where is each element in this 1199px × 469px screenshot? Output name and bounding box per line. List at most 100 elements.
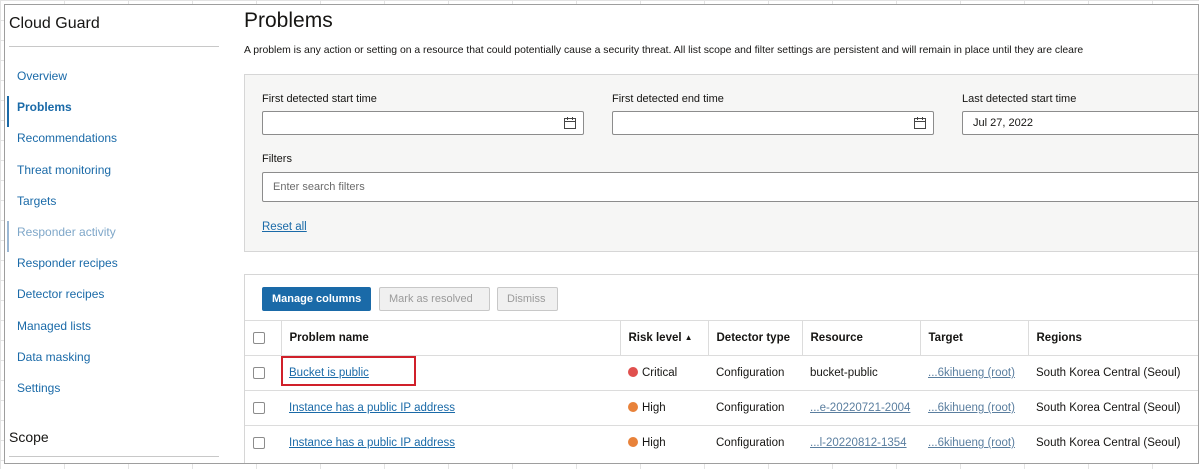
column-header-detector-type[interactable]: Detector type [708, 320, 803, 356]
sidebar-item-threat-monitoring[interactable]: Threat monitoring [7, 159, 222, 190]
high-dot-icon [628, 437, 638, 448]
resource-link[interactable]: ...l-20220812-1354 [810, 437, 907, 449]
filters-label: Filters [262, 153, 292, 165]
table-header-row: Problem name Risk level ▲ Detector type R… [245, 320, 1198, 356]
column-header-regions[interactable]: Regions [1028, 320, 1198, 356]
sidebar-item-label: Overview [17, 69, 68, 83]
region-cell: South Korea Central (Seoul) [1028, 355, 1198, 391]
search-filters-input[interactable]: Enter search filters [262, 172, 1198, 202]
sidebar-item-targets[interactable]: Targets [7, 190, 222, 221]
sidebar-item-label: Responder recipes [17, 256, 118, 271]
column-header-target[interactable]: Target [920, 320, 1029, 356]
resource-cell: bucket-public [802, 355, 920, 391]
sidebar-title: Cloud Guard [9, 15, 100, 32]
sidebar-item-label: Recommendations [17, 131, 118, 146]
resource-cell: ...l-20220812-1354 [802, 425, 920, 461]
sidebar-item-overview[interactable]: Overview [7, 65, 222, 96]
first-detected-end-label: First detected end time [612, 93, 724, 105]
first-detected-end-input[interactable] [612, 111, 934, 135]
risk-level-cell: Critical [620, 355, 708, 391]
sidebar-item-detector-recipes[interactable]: Detector recipes [7, 283, 222, 314]
resource-cell: ...e-20220721-2004 [802, 390, 920, 426]
risk-level-label: Critical [642, 367, 678, 379]
dismiss-button[interactable]: Dismiss [497, 287, 558, 311]
region-cell: South Korea Central (Seoul) [1028, 390, 1198, 426]
sort-ascending-icon: ▲ [684, 333, 693, 342]
target-cell: ...6kihueng (root) [920, 425, 1028, 461]
first-detected-start-input[interactable] [262, 111, 584, 135]
problems-table: Problem name Risk level ▲ Detector type R… [245, 320, 1198, 461]
table-row: Instance has a public IP address High Co… [245, 425, 1198, 461]
risk-level-cell: High [620, 425, 708, 461]
last-detected-start-label: Last detected start time [962, 93, 1077, 105]
select-all-checkbox[interactable] [253, 331, 265, 344]
sidebar-nav: Overview Problems Recommendations Threat… [7, 65, 222, 408]
risk-level-label: High [642, 402, 666, 414]
sidebar-item-label: Data masking [17, 349, 91, 364]
problem-name-link[interactable]: Instance has a public IP address [289, 437, 455, 449]
app-window: Cloud Guard Overview Problems Recommenda… [4, 4, 1199, 464]
sidebar-item-recommendations[interactable]: Recommendations [7, 127, 222, 158]
detector-type-cell: Configuration [708, 390, 802, 426]
sidebar-item-label: Problems [17, 100, 72, 115]
row-select-cell [245, 355, 281, 391]
row-select-cell [245, 425, 281, 461]
resource-link[interactable]: ...e-20220721-2004 [810, 402, 910, 414]
sidebar-item-responder-recipes[interactable]: Responder recipes [7, 252, 222, 283]
sidebar-item-managed-lists[interactable]: Managed lists [7, 315, 222, 346]
target-link[interactable]: ...6kihueng (root) [928, 367, 1015, 379]
detector-type-cell: Configuration [708, 355, 802, 391]
first-detected-start-label: First detected start time [262, 93, 377, 105]
last-detected-start-input[interactable]: Jul 27, 2022 [962, 111, 1198, 135]
target-link[interactable]: ...6kihueng (root) [928, 437, 1015, 449]
critical-dot-icon [628, 367, 638, 377]
highlight-annotation-box [281, 356, 416, 386]
column-header-problem-name[interactable]: Problem name [281, 320, 621, 356]
mark-as-resolved-button[interactable]: Mark as resolved [379, 287, 490, 311]
calendar-icon[interactable] [914, 117, 926, 129]
select-all-cell [245, 320, 282, 356]
target-cell: ...6kihueng (root) [920, 390, 1028, 426]
problem-name-cell: Instance has a public IP address [281, 390, 620, 426]
risk-level-cell: High [620, 390, 708, 426]
search-placeholder: Enter search filters [273, 181, 365, 193]
column-header-risk-level[interactable]: Risk level ▲ [620, 320, 709, 356]
sidebar-item-label: Managed lists [17, 318, 92, 333]
row-checkbox[interactable] [253, 437, 265, 450]
sidebar-item-label: Detector recipes [17, 287, 105, 302]
sidebar-item-label: Responder activity [17, 224, 116, 239]
sidebar-item-settings[interactable]: Settings [7, 377, 222, 408]
problem-name-link[interactable]: Instance has a public IP address [289, 402, 455, 414]
target-cell: ...6kihueng (root) [920, 355, 1028, 391]
input-value: Jul 27, 2022 [973, 117, 1033, 129]
filter-panel: First detected start time First detected… [244, 74, 1198, 252]
sidebar-divider [9, 456, 219, 457]
scope-title: Scope [9, 429, 49, 445]
sidebar-divider [9, 46, 219, 47]
reset-all-link[interactable]: Reset all [262, 221, 307, 233]
sidebar-item-problems[interactable]: Problems [7, 96, 222, 128]
detector-type-cell: Configuration [708, 425, 802, 461]
table-row: Instance has a public IP address High Co… [245, 390, 1198, 426]
target-link[interactable]: ...6kihueng (root) [928, 402, 1015, 414]
sidebar-item-responder-activity[interactable]: Responder activity [7, 220, 222, 253]
main-content: Problems A problem is any action or sett… [244, 5, 1198, 463]
sidebar-item-label: Settings [17, 380, 61, 395]
calendar-icon[interactable] [564, 117, 576, 129]
risk-level-label: High [642, 437, 666, 450]
page-title: Problems [244, 9, 333, 32]
problem-name-cell: Instance has a public IP address [281, 425, 620, 461]
column-header-resource[interactable]: Resource [802, 320, 921, 356]
region-cell: South Korea Central (Seoul) [1028, 425, 1198, 461]
column-header-label: Risk level [628, 332, 682, 344]
sidebar-item-label: Targets [17, 193, 57, 208]
sidebar: Cloud Guard Overview Problems Recommenda… [5, 5, 229, 463]
row-select-cell [245, 390, 281, 426]
high-dot-icon [628, 402, 638, 412]
sidebar-item-label: Threat monitoring [17, 162, 112, 177]
row-checkbox[interactable] [253, 401, 265, 414]
sidebar-item-data-masking[interactable]: Data masking [7, 346, 222, 377]
manage-columns-button[interactable]: Manage columns [262, 287, 371, 311]
page-description: A problem is any action or setting on a … [244, 45, 1084, 56]
row-checkbox[interactable] [253, 366, 265, 379]
